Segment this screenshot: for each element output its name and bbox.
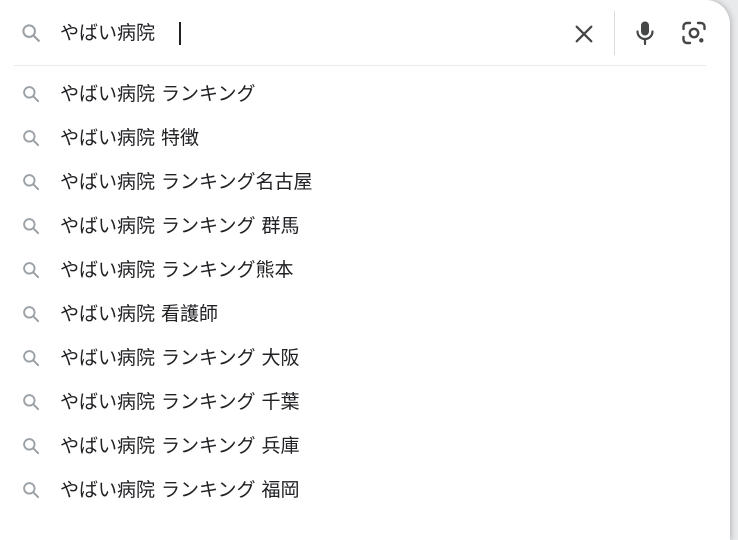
text-caret <box>179 22 181 45</box>
search-icon <box>23 130 40 147</box>
suggestion-text: やばい病院 特徴 <box>60 127 200 149</box>
suggestion-item[interactable]: やばい病院 ランキング熊本 <box>0 248 730 292</box>
search-icon <box>23 350 40 367</box>
suggestion-item[interactable]: やばい病院 ランキング 福岡 <box>0 468 730 512</box>
suggestion-text: やばい病院 ランキング 群馬 <box>60 215 300 237</box>
search-icon <box>23 482 40 499</box>
search-icon <box>22 24 40 42</box>
search-bar[interactable]: やばい病院 <box>0 0 730 66</box>
search-icon <box>23 438 40 455</box>
suggestion-list: やばい病院 ランキング やばい病院 特徴 やばい病院 ランキング名古屋 やばい病… <box>0 72 730 512</box>
suggestion-item[interactable]: やばい病院 特徴 <box>0 116 730 160</box>
search-icon <box>23 86 40 103</box>
suggestion-item[interactable]: やばい病院 看護師 <box>0 292 730 336</box>
suggestion-text: やばい病院 ランキング熊本 <box>60 259 294 281</box>
voice-search-button[interactable] <box>630 18 660 48</box>
suggestion-text: やばい病院 ランキング 福岡 <box>60 479 300 501</box>
suggestion-text: やばい病院 ランキング 千葉 <box>60 391 300 413</box>
suggestion-item[interactable]: やばい病院 ランキング <box>0 72 730 116</box>
search-input[interactable]: やばい病院 <box>60 20 155 46</box>
suggestion-text: やばい病院 ランキング名古屋 <box>60 171 313 193</box>
suggestion-text: やばい病院 ランキング 兵庫 <box>60 435 300 457</box>
suggestion-item[interactable]: やばい病院 ランキング 千葉 <box>0 380 730 424</box>
lens-search-button[interactable] <box>679 18 709 48</box>
search-icon <box>23 262 40 279</box>
suggestion-text: やばい病院 ランキング 大阪 <box>60 347 300 369</box>
suggestion-item[interactable]: やばい病院 ランキング 兵庫 <box>0 424 730 468</box>
toolbar-divider <box>614 11 615 55</box>
microphone-icon <box>636 21 654 46</box>
search-dropdown-panel: やばい病院 やばい病院 ランキング やばい病院 特徴 やばい病院 ランキング名古… <box>0 0 730 540</box>
suggestion-text: やばい病院 ランキング <box>60 83 256 105</box>
search-divider <box>14 65 706 66</box>
search-icon <box>23 306 40 323</box>
search-icon <box>23 394 40 411</box>
suggestion-item[interactable]: やばい病院 ランキング 大阪 <box>0 336 730 380</box>
suggestion-item[interactable]: やばい病院 ランキング名古屋 <box>0 160 730 204</box>
search-icon <box>23 174 40 191</box>
search-icon <box>23 218 40 235</box>
camera-lens-icon <box>682 21 706 45</box>
suggestion-item[interactable]: やばい病院 ランキング 群馬 <box>0 204 730 248</box>
close-icon <box>575 25 593 43</box>
clear-button[interactable] <box>568 18 600 50</box>
suggestion-text: やばい病院 看護師 <box>60 303 219 325</box>
